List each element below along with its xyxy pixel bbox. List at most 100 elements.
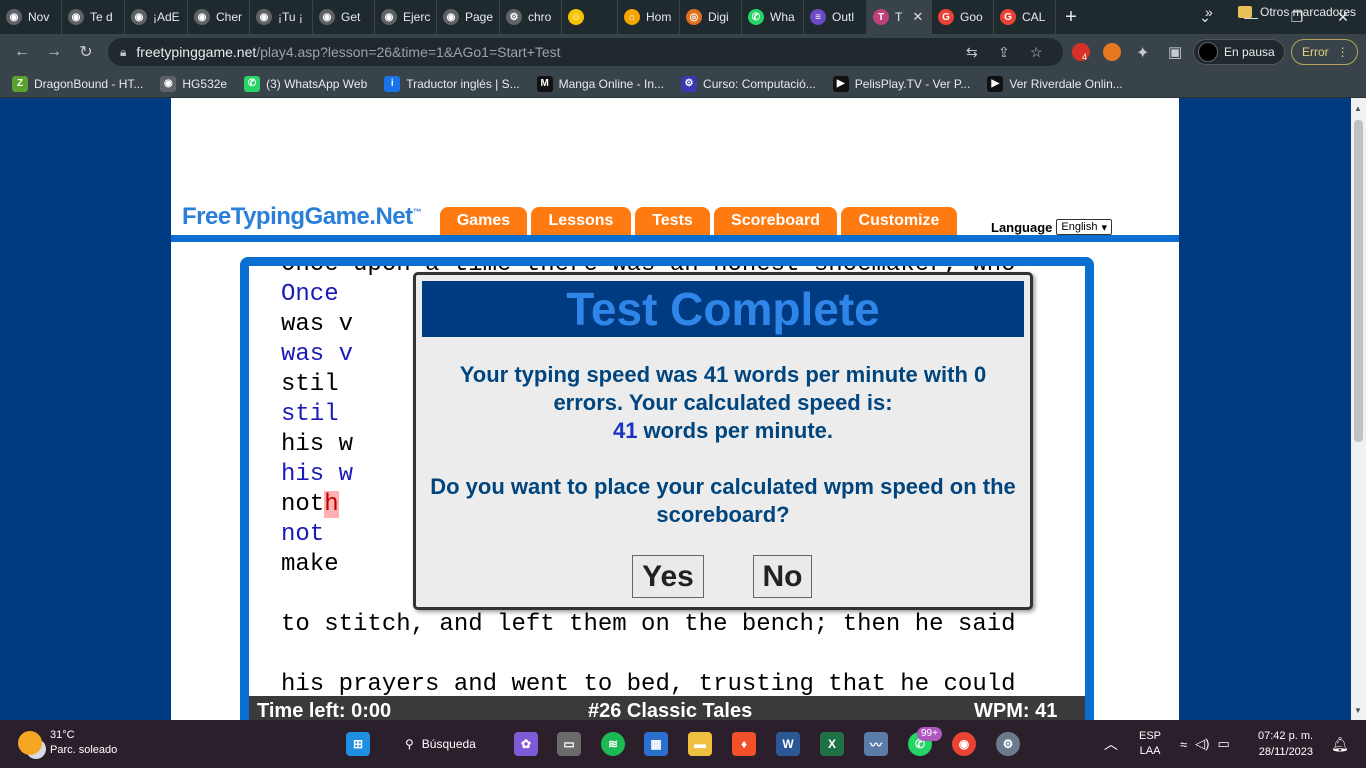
forward-button[interactable]: → xyxy=(38,43,70,61)
yes-button[interactable]: Yes xyxy=(632,555,704,598)
tab-label: ¡Tu ¡ xyxy=(278,10,303,24)
bookmark-favicon-icon: ⚙ xyxy=(681,75,698,92)
browser-tab[interactable]: ◉ Nov xyxy=(0,0,62,34)
bookmark-star-icon[interactable]: ☆ xyxy=(1030,44,1043,61)
lesson-name: #26 Classic Tales xyxy=(588,700,753,720)
source-line: his prayers and went to bed, trusting th… xyxy=(281,671,1016,696)
clock-date: 28/11/2023 xyxy=(1258,746,1314,758)
tray-chevron-icon[interactable]: ︿ xyxy=(1104,720,1118,768)
system-clock[interactable]: 07:42 p. m. 28/11/2023 xyxy=(1258,728,1313,760)
browser-tab[interactable]: ⚙ chro xyxy=(500,0,562,34)
scroll-up-icon[interactable]: ▲ xyxy=(1354,104,1362,113)
bookmark-item[interactable]: ✆ (3) WhatsApp Web xyxy=(244,75,367,92)
browser-tab[interactable]: T T ✕ xyxy=(867,0,932,34)
new-tab-button[interactable]: + xyxy=(1056,6,1086,29)
browser-tab[interactable]: ◉ ¡Tu ¡ xyxy=(250,0,313,34)
browser-tab[interactable]: ◉ Page xyxy=(437,0,500,34)
browser-tab[interactable]: ◎ Digi xyxy=(680,0,742,34)
source-line: his w xyxy=(281,431,354,458)
language-value: English xyxy=(1061,221,1098,233)
update-error-button[interactable]: Error ⋮ xyxy=(1291,39,1358,65)
logo-trademark: ™ xyxy=(412,207,422,217)
browser-tab[interactable]: ⌂ Hom xyxy=(618,0,680,34)
browser-tab[interactable]: ◉ Ejerc xyxy=(375,0,437,34)
site-page: FreeTypingGame.Net™ Games Lessons Tests … xyxy=(171,98,1179,720)
store-icon[interactable]: ▦ xyxy=(644,732,668,756)
chrome-icon[interactable]: ◉ xyxy=(952,732,976,756)
back-button[interactable]: ← xyxy=(6,43,38,61)
nav-scoreboard[interactable]: Scoreboard xyxy=(714,207,837,235)
typed-line: his w xyxy=(281,461,354,488)
no-button[interactable]: No xyxy=(753,555,812,598)
extension-shield-icon[interactable] xyxy=(1072,43,1090,61)
browser-tab[interactable]: ◉ Cher xyxy=(188,0,250,34)
browser-tab[interactable]: ◉ ¡AdE xyxy=(125,0,188,34)
bookmark-item[interactable]: Z DragonBound - HT... xyxy=(12,75,143,92)
excel-icon[interactable]: X xyxy=(820,732,844,756)
game-status-bar: Time left: 0:00 #26 Classic Tales WPM: 4… xyxy=(249,696,1085,720)
close-tab-icon[interactable]: ✕ xyxy=(912,9,923,25)
nav-tests[interactable]: Tests xyxy=(635,207,710,235)
browser-tab[interactable]: G Goo xyxy=(932,0,994,34)
other-bookmarks-folder[interactable]: Otros marcadores xyxy=(1238,5,1356,19)
error-label: Error xyxy=(1302,45,1329,59)
browser-tab[interactable]: ◉ Get xyxy=(313,0,375,34)
typed-line: not xyxy=(281,521,325,548)
bookmarks-overflow-button[interactable]: » xyxy=(1205,4,1213,20)
scrollbar-thumb[interactable] xyxy=(1354,120,1363,442)
profile-button[interactable]: En pausa xyxy=(1193,39,1285,65)
brave-icon[interactable]: ♦ xyxy=(732,732,756,756)
browser-tab[interactable]: G CAL xyxy=(994,0,1056,34)
tab-label: Get xyxy=(341,10,361,24)
scroll-down-icon[interactable]: ▼ xyxy=(1354,706,1362,715)
weather-widget[interactable]: 31°C Parc. soleado xyxy=(18,728,117,758)
bookmark-label: HG532e xyxy=(182,76,228,91)
bookmark-item[interactable]: M Manga Online - In... xyxy=(536,75,664,92)
page-scrollbar[interactable]: ▲ ▼ xyxy=(1351,98,1366,720)
word-icon[interactable]: W xyxy=(776,732,800,756)
extension-fox-icon[interactable] xyxy=(1103,43,1121,61)
address-bar[interactable]: 🔒︎ freetypinggame.net /play4.asp?lesson=… xyxy=(108,38,1063,66)
battery-icon: ▭ xyxy=(1217,736,1230,751)
tab-label: Ejerc xyxy=(403,10,431,24)
file-explorer-icon[interactable]: ▬ xyxy=(688,732,712,756)
extensions-puzzle-icon[interactable]: ✦ xyxy=(1136,43,1149,63)
language-selector: Language English ▾ xyxy=(991,219,1113,235)
notification-bell-icon[interactable]: 🔔︎ xyxy=(1331,720,1349,768)
bookmark-item[interactable]: ▶ Ver Riverdale Onlin... xyxy=(987,75,1123,92)
bookmark-item[interactable]: ⚙ Curso: Computació... xyxy=(681,75,816,92)
settings-gear-icon[interactable]: ⚙ xyxy=(996,732,1020,756)
browser-tab[interactable]: ◉ Te d xyxy=(62,0,125,34)
lang-top: ESP xyxy=(1139,730,1162,742)
site-nav-menu: Games Lessons Tests Scoreboard Customize xyxy=(440,207,957,235)
browser-tab[interactable]: ✆ Wha xyxy=(742,0,804,34)
language-select[interactable]: English ▾ xyxy=(1056,219,1113,235)
task-view-icon[interactable]: ▭ xyxy=(557,732,581,756)
spotify-icon[interactable]: ≋ xyxy=(601,732,625,756)
chrome-icon: ◉ xyxy=(381,9,397,25)
translate-icon[interactable]: ⇆ xyxy=(966,44,978,61)
tab-label: chro xyxy=(528,10,552,24)
tab-label: Page xyxy=(465,10,494,24)
browser-tab[interactable]: ≡ Outl xyxy=(804,0,867,34)
site-logo[interactable]: FreeTypingGame.Net™ xyxy=(182,203,422,231)
input-language[interactable]: ESP LAA xyxy=(1139,720,1161,768)
emoji-icon: ☺ xyxy=(568,9,584,25)
reload-button[interactable]: ↻ xyxy=(70,42,102,62)
nav-games[interactable]: Games xyxy=(440,207,527,235)
browser-tab[interactable]: ☺ xyxy=(562,0,618,34)
nav-customize[interactable]: Customize xyxy=(841,207,957,235)
side-panel-icon[interactable]: ▣ xyxy=(1168,43,1182,61)
start-windows-icon[interactable]: ⊞ xyxy=(346,732,370,756)
bookmark-item[interactable]: ◉ HG532e xyxy=(160,75,228,92)
nav-lessons[interactable]: Lessons xyxy=(531,207,631,235)
system-status-icons[interactable]: ≈ ◁) ▭ xyxy=(1180,720,1230,768)
photos-icon[interactable]: 〰 xyxy=(864,732,888,756)
share-icon[interactable]: ⇪ xyxy=(998,44,1010,61)
copilot-icon[interactable]: ✿ xyxy=(514,732,538,756)
bookmark-item[interactable]: i Traductor inglés | S... xyxy=(384,75,520,92)
bookmark-item[interactable]: ▶ PelisPlay.TV - Ver P... xyxy=(832,75,971,92)
bookmark-label: PelisPlay.TV - Ver P... xyxy=(854,76,971,91)
taskbar-search[interactable]: ⚲ Búsqueda xyxy=(393,730,488,758)
tab-label: Nov xyxy=(28,10,50,24)
